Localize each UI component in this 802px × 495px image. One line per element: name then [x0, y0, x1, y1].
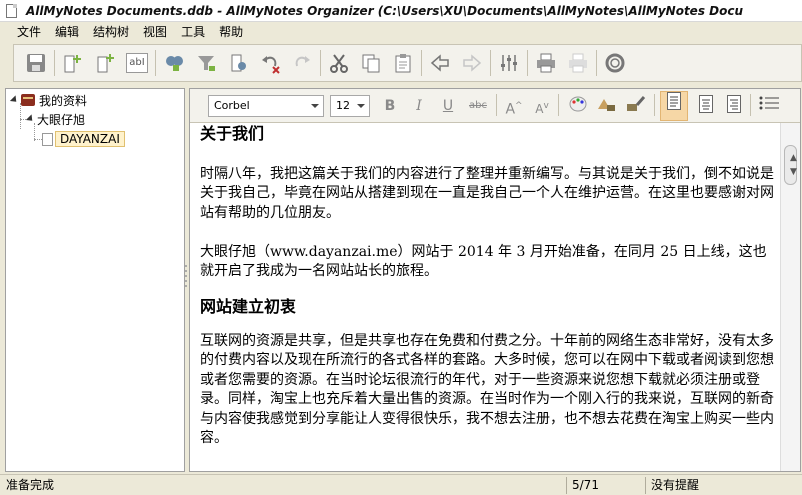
status-bar: 准备完成 5/71 没有提醒 [0, 474, 802, 495]
menu-tools[interactable]: 工具 [174, 23, 212, 41]
toolbar-separator [490, 50, 491, 76]
highlight-icon[interactable] [594, 95, 618, 117]
paragraph: 大眼仔旭（www.dayanzai.me）网站于 2014 年 3 月开始准备，… [200, 243, 767, 280]
grow-font-label: A [505, 101, 516, 118]
heading-about-us: 关于我们 [200, 124, 265, 143]
note-editor: Corbel 12 B I U abc A^ Av 关于我们 时隔八年，我把这篇… [189, 88, 801, 472]
pane-splitter[interactable] [184, 262, 188, 292]
font-size-value: 12 [336, 99, 350, 112]
expand-toggle-icon[interactable] [25, 114, 36, 124]
window-title: AllMyNotes Documents.ddb - AllMyNotes Or… [26, 3, 744, 18]
tree-item-label: 我的资料 [39, 93, 88, 108]
toolbar-separator [320, 50, 321, 76]
expand-toggle-icon[interactable] [9, 95, 20, 105]
menu-help[interactable]: 帮助 [212, 23, 250, 41]
toolbar-separator [496, 94, 497, 116]
toolbar-separator [596, 50, 597, 76]
undo-icon[interactable] [256, 49, 284, 77]
back-icon[interactable] [426, 49, 454, 77]
find-icon[interactable] [160, 49, 188, 77]
shrink-font-button[interactable]: Av [530, 95, 554, 117]
add-child-note-icon[interactable] [91, 49, 119, 77]
rename-icon[interactable]: abI [123, 49, 151, 77]
grow-font-button[interactable]: A^ [502, 95, 526, 118]
bullet-list-icon[interactable] [758, 95, 782, 117]
menu-file[interactable]: 文件 [10, 23, 48, 41]
chevron-down-icon [311, 104, 319, 108]
chevron-down-icon [357, 104, 365, 108]
menu-edit[interactable]: 编辑 [48, 23, 86, 41]
note-content[interactable]: 关于我们 时隔八年，我把这篇关于我们的内容进行了整理并重新编写。与其说是关于我们… [200, 123, 778, 471]
paragraph: 时隔八年，我把这篇关于我们的内容进行了整理并重新编写。与其说是关于我们，倒不如说… [200, 165, 774, 221]
toolbar-separator [155, 50, 156, 76]
notes-tree: 我的资料 大眼仔旭 DAYANZAI [5, 88, 185, 472]
settings-icon[interactable] [495, 49, 523, 77]
palette-icon[interactable] [566, 95, 590, 117]
toolbar-separator [558, 94, 559, 116]
format-toolbar: Corbel 12 B I U abc A^ Av [190, 89, 800, 123]
toolbar-separator [654, 94, 655, 116]
help-icon[interactable] [601, 49, 629, 77]
page-icon [42, 132, 53, 146]
tree-item-dayanzai[interactable]: DAYANZAI [42, 130, 125, 148]
copy-icon[interactable] [357, 49, 385, 77]
title-bar: AllMyNotes Documents.ddb - AllMyNotes Or… [0, 0, 802, 22]
chevron-down-icon: ▼ [790, 167, 797, 177]
status-divider [566, 477, 567, 494]
find-in-note-icon[interactable] [224, 49, 252, 77]
tree-item-dayanzaixu[interactable]: 大眼仔旭 [25, 110, 86, 128]
book-icon [21, 94, 35, 106]
font-family-select[interactable]: Corbel [208, 95, 324, 117]
underline-button[interactable]: U [436, 95, 460, 117]
menu-tree[interactable]: 结构树 [86, 23, 136, 41]
bold-button[interactable]: B [378, 95, 402, 117]
main-toolbar: abI [13, 44, 802, 82]
italic-button[interactable]: I [407, 95, 431, 117]
menu-bar: 文件 编辑 结构树 视图 工具 帮助 [0, 22, 802, 42]
font-family-value: Corbel [214, 99, 250, 112]
status-divider [645, 477, 646, 494]
menu-view[interactable]: 视图 [136, 23, 174, 41]
heading-site-origin: 网站建立初衷 [200, 296, 297, 316]
tree-item-root[interactable]: 我的资料 [9, 91, 88, 109]
tree-item-label: DAYANZAI [55, 131, 125, 147]
print-preview-icon[interactable] [564, 49, 592, 77]
chevron-up-icon: ▲ [790, 153, 797, 163]
align-left-button[interactable] [660, 91, 688, 121]
align-center-button[interactable] [694, 95, 718, 117]
paragraph: 互联网的资源是共享，但是共享也存在免费和付费之分。十年前的网络生态非常好，没有太… [200, 332, 774, 447]
find-replace-icon[interactable] [192, 49, 220, 77]
status-reminder: 没有提醒 [651, 478, 700, 492]
toolbar-separator [750, 94, 751, 116]
tree-item-label: 大眼仔旭 [37, 112, 86, 127]
font-size-select[interactable]: 12 [330, 95, 370, 117]
align-right-button[interactable] [722, 95, 746, 117]
toolbar-separator [527, 50, 528, 76]
print-icon[interactable] [532, 49, 560, 77]
vertical-scrollbar[interactable]: ▲ ▼ [780, 123, 800, 471]
redo-icon[interactable] [288, 49, 316, 77]
status-text: 准备完成 [6, 478, 55, 492]
add-sibling-note-icon[interactable] [59, 49, 87, 77]
app-icon [4, 3, 20, 19]
toolbar-separator [421, 50, 422, 76]
format-painter-icon[interactable] [624, 95, 648, 117]
paste-icon[interactable] [389, 49, 417, 77]
scroll-thumb[interactable]: ▲ ▼ [784, 145, 797, 185]
toolbar-separator [54, 50, 55, 76]
status-position: 5/71 [572, 478, 599, 492]
cut-icon[interactable] [325, 49, 353, 77]
forward-icon[interactable] [458, 49, 486, 77]
strikethrough-button[interactable]: abc [466, 95, 490, 117]
save-icon[interactable] [22, 49, 50, 77]
